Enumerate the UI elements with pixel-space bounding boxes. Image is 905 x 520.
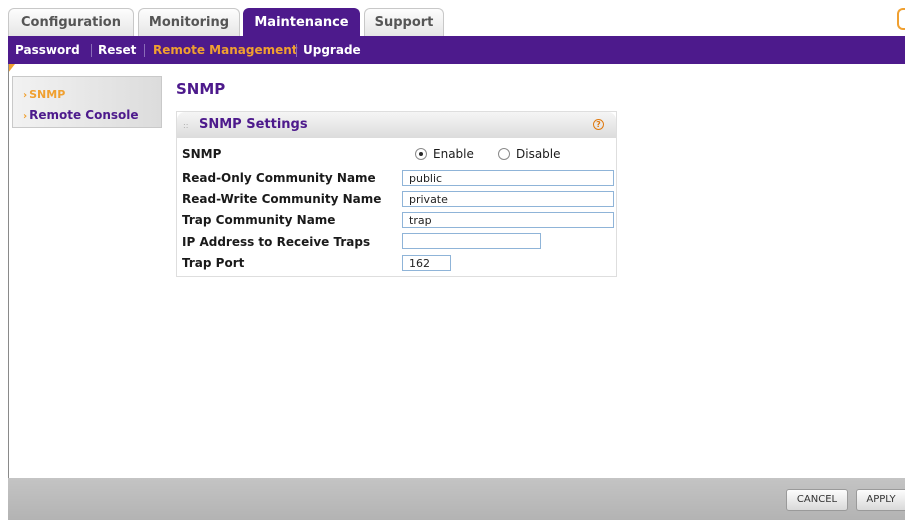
read-write-community-label: Read-Write Community Name xyxy=(182,192,382,206)
trap-port-input[interactable] xyxy=(402,255,451,271)
chevron-right-icon: › xyxy=(23,111,28,122)
corner-bracket xyxy=(897,8,905,30)
sub-nav-bar: Password Reset Remote Management Upgrade xyxy=(8,36,905,64)
subnav-divider xyxy=(296,44,297,57)
apply-button[interactable]: APPLY xyxy=(856,489,905,511)
left-frame-line xyxy=(8,64,9,478)
chevron-right-icon: › xyxy=(23,90,28,101)
snmp-disable-label[interactable]: Disable xyxy=(516,147,561,161)
subnav-remote-management[interactable]: Remote Management xyxy=(153,36,298,64)
snmp-enable-label[interactable]: Enable xyxy=(433,147,474,161)
accent-wedge xyxy=(8,64,15,73)
trap-ip-address-input[interactable] xyxy=(402,233,541,249)
trap-community-input[interactable] xyxy=(402,212,614,228)
trap-community-label: Trap Community Name xyxy=(182,213,336,227)
tab-maintenance[interactable]: Maintenance xyxy=(243,8,360,36)
side-item-snmp[interactable]: › SNMP xyxy=(23,88,65,101)
read-write-community-input[interactable] xyxy=(402,191,614,207)
tab-configuration[interactable]: Configuration xyxy=(8,8,134,36)
subnav-divider xyxy=(91,44,92,57)
help-icon[interactable]: ? xyxy=(593,119,604,130)
trap-port-label: Trap Port xyxy=(182,256,245,270)
snmp-label: SNMP xyxy=(182,147,222,161)
cancel-button[interactable]: CANCEL xyxy=(786,489,848,511)
tab-support[interactable]: Support xyxy=(364,8,444,36)
panel-header: :: SNMP Settings ? xyxy=(177,112,616,138)
panel-title: SNMP Settings xyxy=(199,117,308,132)
snmp-enable-radio[interactable] xyxy=(415,148,427,160)
tab-monitoring[interactable]: Monitoring xyxy=(138,8,240,36)
bottom-action-bar xyxy=(8,478,905,520)
read-only-community-input[interactable] xyxy=(402,170,614,186)
side-item-remote-console[interactable]: › Remote Console xyxy=(23,108,139,122)
read-only-community-label: Read-Only Community Name xyxy=(182,171,376,185)
grip-icon: :: xyxy=(183,121,189,130)
page-title: SNMP xyxy=(176,80,226,98)
side-item-label: SNMP xyxy=(29,88,66,101)
subnav-password[interactable]: Password xyxy=(15,36,80,64)
subnav-divider xyxy=(144,44,145,57)
side-menu: › SNMP › Remote Console xyxy=(12,76,162,128)
subnav-upgrade[interactable]: Upgrade xyxy=(303,36,361,64)
snmp-disable-radio[interactable] xyxy=(498,148,510,160)
trap-ip-address-label: IP Address to Receive Traps xyxy=(182,235,371,249)
side-item-label: Remote Console xyxy=(29,108,139,122)
subnav-reset[interactable]: Reset xyxy=(98,36,136,64)
